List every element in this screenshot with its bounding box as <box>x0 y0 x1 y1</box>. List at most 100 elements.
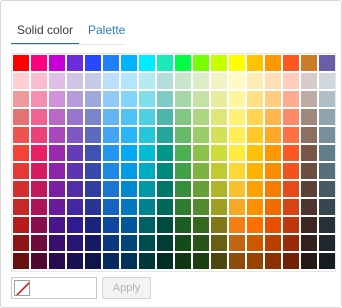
color-swatch[interactable] <box>265 127 281 143</box>
color-swatch[interactable] <box>67 217 83 233</box>
color-swatch[interactable] <box>85 217 101 233</box>
color-swatch[interactable] <box>13 253 29 269</box>
color-swatch[interactable] <box>49 109 65 125</box>
color-swatch[interactable] <box>121 181 137 197</box>
color-swatch[interactable] <box>103 91 119 107</box>
color-swatch[interactable] <box>265 109 281 125</box>
color-swatch[interactable] <box>67 55 83 71</box>
color-swatch[interactable] <box>301 73 317 89</box>
color-swatch[interactable] <box>139 73 155 89</box>
color-swatch[interactable] <box>13 55 29 71</box>
color-swatch[interactable] <box>175 163 191 179</box>
color-swatch[interactable] <box>319 91 335 107</box>
color-swatch[interactable] <box>103 217 119 233</box>
color-swatch[interactable] <box>157 91 173 107</box>
color-swatch[interactable] <box>301 163 317 179</box>
color-swatch[interactable] <box>85 253 101 269</box>
color-swatch[interactable] <box>283 253 299 269</box>
color-swatch[interactable] <box>85 109 101 125</box>
color-swatch[interactable] <box>265 181 281 197</box>
color-swatch[interactable] <box>49 181 65 197</box>
color-swatch[interactable] <box>103 109 119 125</box>
color-swatch[interactable] <box>301 109 317 125</box>
color-swatch[interactable] <box>31 217 47 233</box>
color-swatch[interactable] <box>211 55 227 71</box>
color-swatch[interactable] <box>247 55 263 71</box>
color-swatch[interactable] <box>139 199 155 215</box>
color-swatch[interactable] <box>157 181 173 197</box>
color-swatch[interactable] <box>121 163 137 179</box>
color-swatch[interactable] <box>85 199 101 215</box>
color-swatch[interactable] <box>319 127 335 143</box>
color-swatch[interactable] <box>157 55 173 71</box>
color-swatch[interactable] <box>13 127 29 143</box>
color-swatch[interactable] <box>31 181 47 197</box>
color-swatch[interactable] <box>67 91 83 107</box>
color-swatch[interactable] <box>193 235 209 251</box>
color-swatch[interactable] <box>229 199 245 215</box>
color-swatch[interactable] <box>229 91 245 107</box>
color-swatch[interactable] <box>283 127 299 143</box>
color-swatch[interactable] <box>49 91 65 107</box>
color-swatch[interactable] <box>103 127 119 143</box>
color-swatch[interactable] <box>211 109 227 125</box>
color-swatch[interactable] <box>193 55 209 71</box>
color-swatch[interactable] <box>31 127 47 143</box>
color-swatch[interactable] <box>13 217 29 233</box>
color-swatch[interactable] <box>157 127 173 143</box>
color-swatch[interactable] <box>85 145 101 161</box>
color-swatch[interactable] <box>103 199 119 215</box>
color-swatch[interactable] <box>211 217 227 233</box>
color-swatch[interactable] <box>229 235 245 251</box>
color-swatch[interactable] <box>193 199 209 215</box>
color-swatch[interactable] <box>283 163 299 179</box>
color-swatch[interactable] <box>211 235 227 251</box>
color-swatch[interactable] <box>85 235 101 251</box>
color-swatch[interactable] <box>13 235 29 251</box>
color-swatch[interactable] <box>175 91 191 107</box>
color-swatch[interactable] <box>193 181 209 197</box>
color-swatch[interactable] <box>13 145 29 161</box>
color-swatch[interactable] <box>85 127 101 143</box>
color-swatch[interactable] <box>49 217 65 233</box>
color-swatch[interactable] <box>139 235 155 251</box>
color-swatch[interactable] <box>247 73 263 89</box>
color-swatch[interactable] <box>211 127 227 143</box>
color-swatch[interactable] <box>229 145 245 161</box>
color-swatch[interactable] <box>121 217 137 233</box>
color-swatch[interactable] <box>121 199 137 215</box>
color-swatch[interactable] <box>229 73 245 89</box>
color-swatch[interactable] <box>31 199 47 215</box>
color-swatch[interactable] <box>265 73 281 89</box>
color-swatch[interactable] <box>13 73 29 89</box>
color-swatch[interactable] <box>139 181 155 197</box>
color-swatch[interactable] <box>193 91 209 107</box>
color-swatch[interactable] <box>157 145 173 161</box>
color-swatch[interactable] <box>319 235 335 251</box>
color-swatch[interactable] <box>193 253 209 269</box>
color-swatch[interactable] <box>103 163 119 179</box>
apply-button[interactable]: Apply <box>102 277 151 299</box>
color-swatch[interactable] <box>265 217 281 233</box>
color-swatch[interactable] <box>49 55 65 71</box>
color-swatch[interactable] <box>319 73 335 89</box>
color-swatch[interactable] <box>157 73 173 89</box>
color-swatch[interactable] <box>193 73 209 89</box>
color-swatch[interactable] <box>319 109 335 125</box>
color-swatch[interactable] <box>319 181 335 197</box>
color-swatch[interactable] <box>31 55 47 71</box>
color-swatch[interactable] <box>67 109 83 125</box>
color-swatch[interactable] <box>175 217 191 233</box>
color-swatch[interactable] <box>31 109 47 125</box>
color-swatch[interactable] <box>319 163 335 179</box>
color-swatch[interactable] <box>49 145 65 161</box>
color-swatch[interactable] <box>229 253 245 269</box>
color-swatch[interactable] <box>157 109 173 125</box>
color-swatch[interactable] <box>301 217 317 233</box>
color-swatch[interactable] <box>31 253 47 269</box>
color-swatch[interactable] <box>139 109 155 125</box>
color-swatch[interactable] <box>247 217 263 233</box>
color-swatch[interactable] <box>247 163 263 179</box>
color-swatch[interactable] <box>247 181 263 197</box>
color-swatch[interactable] <box>247 199 263 215</box>
